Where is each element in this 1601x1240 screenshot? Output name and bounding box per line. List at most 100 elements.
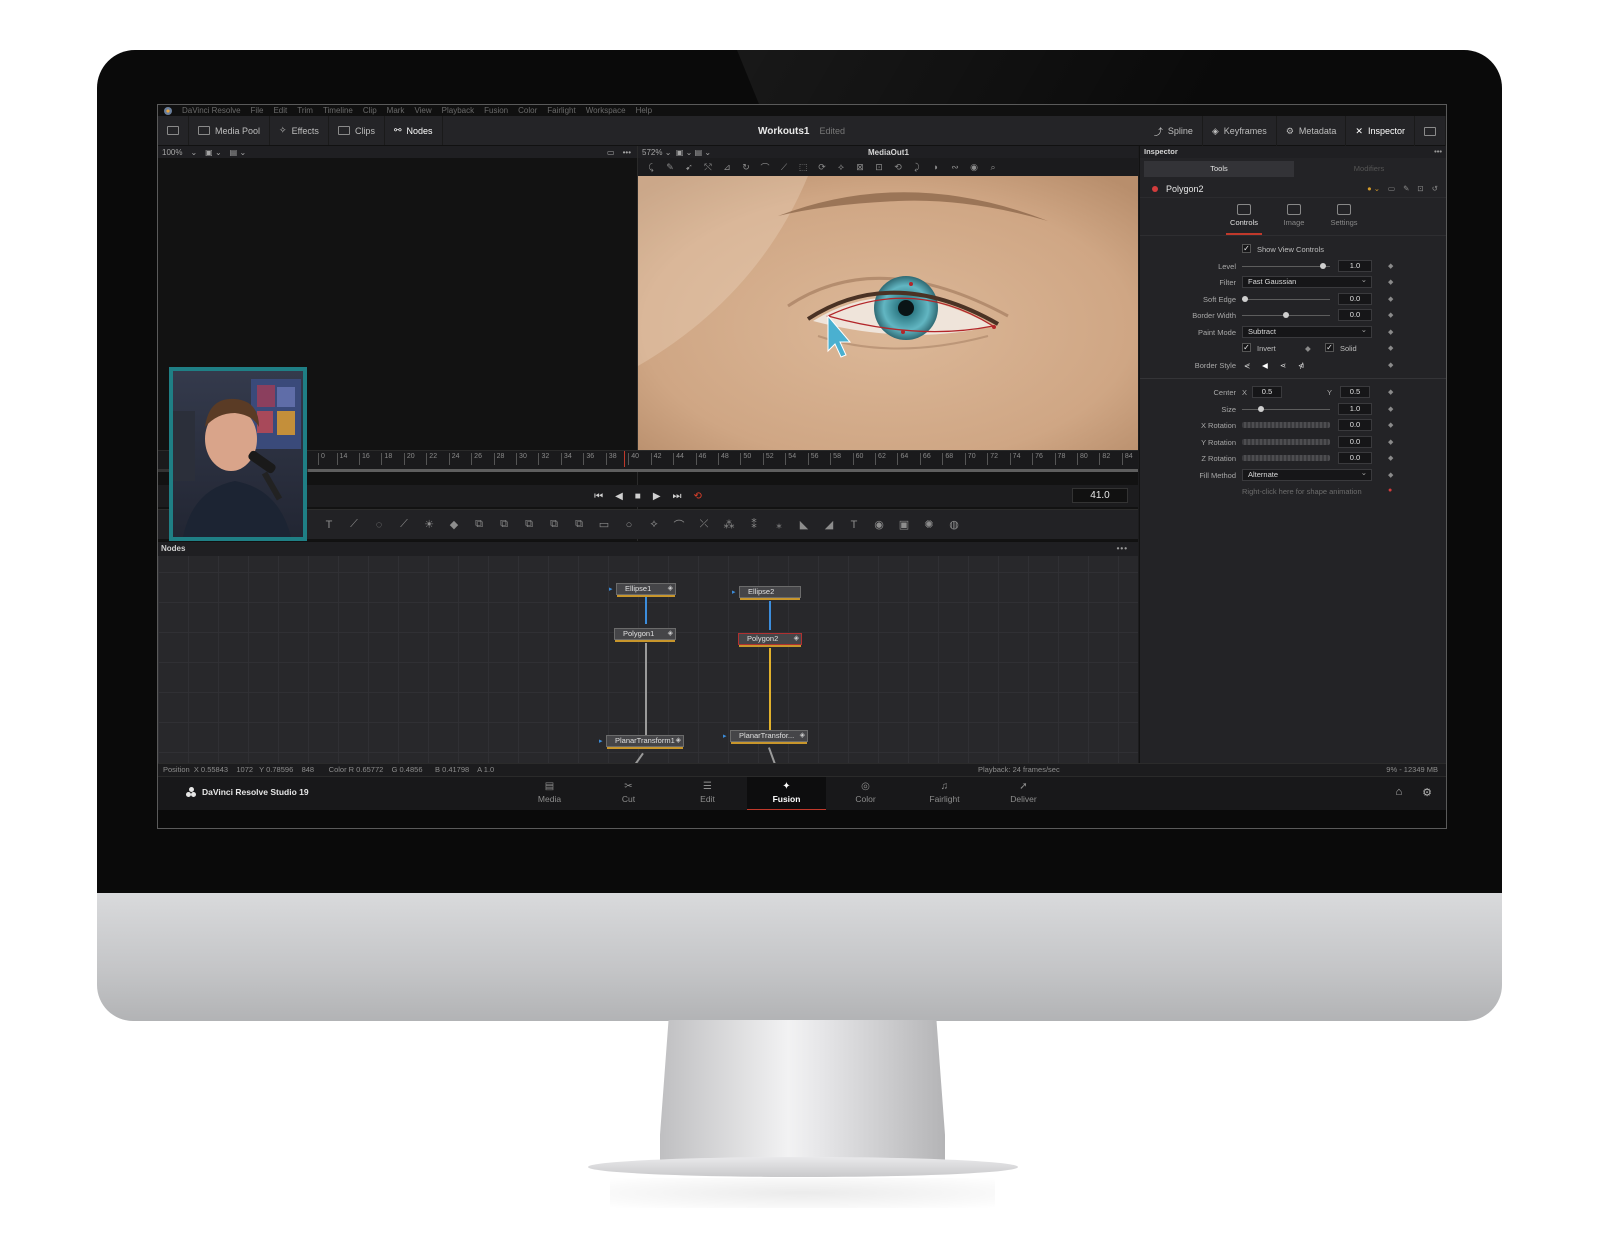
gear-icon[interactable]: ⚙	[1422, 786, 1432, 799]
pick-icon[interactable]: ⌕	[988, 162, 998, 173]
menu-item[interactable]: Clip	[363, 106, 377, 115]
pin-icon[interactable]: ✎	[1403, 184, 1409, 193]
keyframe-icon[interactable]: ◆	[1388, 388, 1393, 396]
text3d-icon[interactable]: T	[847, 519, 861, 531]
menu-item[interactable]: Workspace	[586, 106, 626, 115]
scroll-thumb[interactable]	[308, 469, 1138, 472]
keyframe-icon[interactable]: ◆	[1388, 471, 1393, 479]
publish-icon[interactable]: ⟡	[836, 162, 846, 173]
y-rotation-value[interactable]: 0.0	[1338, 435, 1372, 448]
menu-item[interactable]: Fusion	[484, 106, 508, 115]
show-view-controls-checkbox[interactable]: ✓	[1242, 244, 1251, 253]
play-reverse-icon[interactable]: ◀	[615, 491, 623, 502]
lock-icon[interactable]: ⊡	[1417, 184, 1423, 193]
left-viewer-zoom[interactable]: 100%	[162, 148, 182, 157]
node-ellipse2[interactable]: ▸ Ellipse2	[732, 586, 801, 600]
border-style-miter-icon[interactable]: ⋖	[1280, 361, 1286, 370]
reduce-points-icon[interactable]: ⟲	[893, 162, 903, 173]
node-view-icon[interactable]: ◈	[800, 731, 805, 741]
view-options-icon[interactable]: ▣ ⌄	[205, 148, 221, 157]
solid-checkbox[interactable]: ✓	[1325, 343, 1334, 352]
node-polygon2[interactable]: Polygon2 ◈	[738, 633, 802, 647]
node-view-icon[interactable]: ◈	[668, 584, 673, 594]
subtab-settings[interactable]: Settings	[1326, 204, 1362, 235]
slider-knob[interactable]	[1242, 295, 1248, 302]
camera3d-icon[interactable]: ◉	[872, 518, 886, 531]
clips-button[interactable]: Clips	[329, 116, 385, 145]
ellipse-mask-icon[interactable]: ○	[622, 519, 636, 531]
border-width-value[interactable]: 0.0	[1338, 309, 1372, 321]
versions-icon[interactable]: ▭	[1388, 184, 1395, 193]
text-tool-icon[interactable]: T	[322, 519, 336, 531]
border-style-round-icon[interactable]: ◀	[1262, 361, 1268, 370]
saver-tool-icon[interactable]: ⧉	[547, 518, 561, 531]
tracker-icon[interactable]: ⤫	[697, 518, 711, 531]
invert-checkbox[interactable]: ✓	[1242, 343, 1251, 352]
keyframe-icon[interactable]: ◆	[1388, 344, 1393, 352]
shape-icon[interactable]: ◗	[931, 162, 941, 172]
keyframe-icon[interactable]: ◆	[1388, 295, 1393, 303]
keyframes-button[interactable]: ◈ Keyframes	[1203, 116, 1277, 146]
more-options-icon[interactable]: •••	[1434, 146, 1442, 158]
node-input-icon[interactable]: ▸	[609, 585, 613, 595]
node-planartransform2[interactable]: ▸ PlanarTransfor... ◈	[723, 730, 808, 744]
border-style-bevel-icon[interactable]: ⋞	[1244, 361, 1250, 370]
viewer-image-eye[interactable]	[638, 176, 1138, 451]
node-view-icon[interactable]: ◈	[668, 629, 673, 639]
background-tool-icon[interactable]: ◌	[372, 519, 386, 531]
nodes-panel[interactable]: Nodes ••• ▸ Ellipse1 ◈ Polygon1 ◈ ▸ Plan…	[158, 541, 1138, 766]
resize-tool-icon[interactable]: ⧉	[572, 518, 586, 531]
size-slider[interactable]	[1242, 405, 1330, 412]
node-input-icon[interactable]: ▸	[599, 737, 603, 747]
subtab-controls[interactable]: Controls	[1226, 204, 1262, 235]
node-view-icon[interactable]: ◈	[794, 634, 799, 644]
level-value[interactable]: 1.0	[1338, 259, 1372, 272]
renderer3d-icon[interactable]: ▣	[897, 518, 911, 531]
right-viewer-zoom[interactable]: 572%	[642, 148, 662, 157]
border-style-sharp-icon[interactable]: ⋪	[1298, 361, 1304, 370]
home-icon[interactable]: ⌂	[1395, 786, 1402, 799]
slider-knob[interactable]	[1283, 312, 1289, 318]
x-rotation-value[interactable]: 0.0	[1338, 419, 1372, 431]
node-view-icon[interactable]: ◈	[676, 736, 681, 746]
keyframe-icon[interactable]: ◆	[1388, 311, 1393, 319]
menu-item[interactable]: Help	[636, 106, 652, 115]
size-value[interactable]: 1.0	[1338, 402, 1372, 415]
page-deliver[interactable]: ➚ Deliver	[984, 777, 1063, 811]
subtab-image[interactable]: Image	[1276, 204, 1312, 235]
center-x-value[interactable]: 0.5	[1252, 386, 1282, 398]
paint-tool-icon[interactable]: ⟋	[347, 518, 361, 531]
keyframe-icon[interactable]: ◆	[1388, 421, 1393, 429]
color-corrector-icon[interactable]: ◆	[447, 518, 461, 531]
menu-item[interactable]: Playback	[442, 106, 474, 115]
particle-tool-icon[interactable]: ⁂	[722, 518, 736, 531]
light-icon[interactable]: ✺	[922, 518, 936, 531]
linear-icon[interactable]: ⟋	[779, 162, 789, 173]
y-rotation-wheel[interactable]	[1242, 438, 1330, 445]
slider-knob[interactable]	[1258, 405, 1265, 412]
filter-dropdown[interactable]: Fast Gaussian	[1242, 275, 1372, 288]
prop-shape-animation[interactable]: Right-click here for shape animation ●	[1140, 484, 1446, 501]
close-shape-icon[interactable]: ↻	[741, 162, 751, 173]
tool-enabled-icon[interactable]	[1152, 185, 1158, 192]
curve-icon[interactable]: ∾	[950, 162, 960, 173]
page-edit[interactable]: ☰ Edit	[668, 777, 747, 811]
bspline-mask-icon[interactable]: ⌒	[672, 517, 686, 533]
menu-item[interactable]: Fairlight	[547, 106, 575, 115]
more-options-icon[interactable]: •••	[623, 148, 631, 157]
metadata-button[interactable]: ⚙ Metadata	[1277, 116, 1347, 146]
smooth-icon[interactable]: ⌒	[760, 161, 770, 174]
shape3d-icon[interactable]: ◣	[797, 518, 811, 531]
modify-point-icon[interactable]: ⊿	[722, 162, 732, 173]
view-options-icon[interactable]: ▣ ⌄ ▤ ⌄	[676, 148, 711, 157]
current-frame-field[interactable]: 41.0	[1072, 488, 1128, 503]
nodes-button[interactable]: ⚯ Nodes	[385, 116, 443, 145]
keyframe-icon[interactable]: ◆	[1388, 454, 1393, 462]
x-rotation-wheel[interactable]	[1242, 422, 1330, 428]
loop-icon[interactable]: ⟲	[694, 491, 702, 502]
keyframe-icon[interactable]: ◆	[1388, 278, 1393, 286]
node-planartransform1[interactable]: ▸ PlanarTransform1 ◈	[599, 735, 684, 749]
delete-point-icon[interactable]: ⊠	[855, 162, 865, 173]
blur-tool-icon[interactable]: ⟋	[397, 518, 411, 531]
workspace-toggle-button[interactable]	[158, 116, 189, 145]
